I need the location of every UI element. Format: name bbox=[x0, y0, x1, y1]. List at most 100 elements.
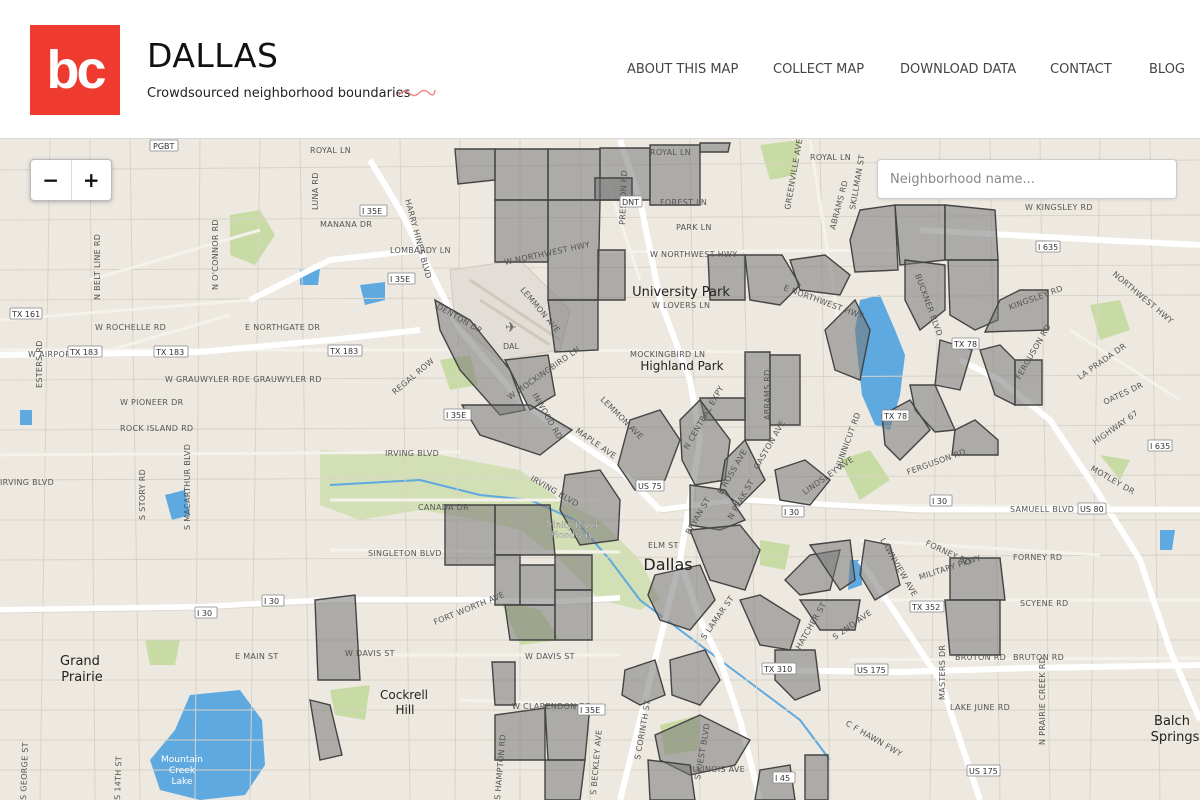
zoom-control: − + bbox=[30, 159, 112, 201]
nav-download-data[interactable]: DOWNLOAD DATA bbox=[900, 62, 1016, 77]
shield-i635: I 635 bbox=[1035, 240, 1061, 253]
place-label-floodway: Floodway bbox=[551, 531, 594, 541]
shield-dnt: DNT bbox=[619, 195, 643, 208]
neighborhood-polygon[interactable] bbox=[739, 594, 801, 651]
nav-about[interactable]: ABOUT THIS MAP bbox=[627, 62, 738, 77]
street-label: W DAVIS ST bbox=[525, 652, 575, 661]
street-label: MASTERS DR bbox=[938, 645, 947, 700]
street-label: SCYENE RD bbox=[1020, 599, 1068, 608]
shield-tx183: TX 183 bbox=[153, 345, 189, 358]
shield-tx352: TX 352 bbox=[909, 600, 945, 613]
svg-text:I 35E: I 35E bbox=[362, 207, 382, 216]
site-header: bc DALLAS Crowdsourced neighborhood boun… bbox=[0, 0, 1200, 139]
street-label: W LOVERS LN bbox=[652, 301, 710, 310]
street-label: FORNEY RD bbox=[1013, 553, 1062, 562]
shield-i35e: I 35E bbox=[387, 272, 416, 285]
neighborhood-polygon[interactable] bbox=[444, 504, 496, 566]
shield-us80: US 80 bbox=[1077, 502, 1107, 515]
map-view[interactable]: ✈ Dallas University Park Highland Park G… bbox=[0, 139, 1200, 800]
street-label: IRVING BLVD bbox=[385, 449, 439, 458]
svg-text:US 175: US 175 bbox=[969, 767, 998, 776]
zoom-in-button[interactable]: + bbox=[70, 160, 112, 200]
street-label: ESTERS RD bbox=[35, 340, 44, 388]
neighborhood-polygon[interactable] bbox=[647, 564, 716, 631]
shield-us175: US 175 bbox=[966, 764, 1001, 777]
shield-i35e: I 35E bbox=[577, 703, 606, 716]
neighborhood-polygon[interactable] bbox=[669, 649, 721, 706]
street-label: N O'CONNOR RD bbox=[211, 219, 220, 290]
street-label: W NORTHWEST HWY bbox=[650, 250, 737, 259]
svg-text:I 635: I 635 bbox=[1150, 442, 1170, 451]
street-label: SKILLMAN ST bbox=[848, 154, 867, 210]
neighborhood-polygon[interactable] bbox=[849, 204, 899, 273]
basemap[interactable]: ✈ Dallas University Park Highland Park G… bbox=[0, 139, 1200, 800]
shield-i30: I 30 bbox=[781, 505, 805, 518]
neighborhood-polygon[interactable] bbox=[491, 661, 516, 706]
neighborhood-polygon[interactable] bbox=[944, 599, 1001, 656]
svg-text:TX 78: TX 78 bbox=[953, 340, 977, 349]
street-label: BRUTON RD bbox=[955, 653, 1006, 662]
shield-i30: I 30 bbox=[929, 494, 953, 507]
shield-i30: I 30 bbox=[194, 606, 218, 619]
neighborhood-polygon[interactable] bbox=[519, 564, 556, 606]
neighborhood-polygon[interactable] bbox=[544, 759, 586, 800]
street-label: LUNA RD bbox=[311, 172, 320, 210]
shield-us175: US 175 bbox=[854, 663, 889, 676]
neighborhood-polygon[interactable] bbox=[504, 604, 556, 641]
street-label: ROYAL LN bbox=[310, 146, 351, 155]
svg-text:US 175: US 175 bbox=[857, 666, 886, 675]
neighborhood-polygon[interactable] bbox=[494, 148, 549, 201]
place-label-prairie: Prairie bbox=[61, 670, 103, 685]
street-label: FORT WORTH AVE bbox=[432, 590, 505, 627]
shield-tx183: TX 183 bbox=[67, 345, 103, 358]
street-label: FERGUSON RD bbox=[906, 447, 968, 477]
shield-tx78: TX 78 bbox=[951, 337, 980, 350]
place-label-university-park: University Park bbox=[632, 285, 730, 300]
neighborhood-polygon[interactable] bbox=[554, 589, 593, 641]
street-label: HIGHWAY 67 bbox=[1091, 409, 1140, 447]
zoom-out-button[interactable]: − bbox=[31, 160, 71, 200]
svg-text:I 35E: I 35E bbox=[390, 275, 410, 284]
nav-collect-map[interactable]: COLLECT MAP bbox=[773, 62, 864, 77]
main-nav: ABOUT THIS MAP COLLECT MAP DOWNLOAD DATA… bbox=[0, 62, 1200, 82]
neighborhood-polygon[interactable] bbox=[454, 148, 496, 185]
street-label: CANADA DR bbox=[418, 503, 469, 512]
neighborhood-polygon[interactable] bbox=[699, 142, 731, 153]
svg-text:TX 78: TX 78 bbox=[883, 412, 907, 421]
svg-text:I 35E: I 35E bbox=[580, 706, 600, 715]
shield-tx78: TX 78 bbox=[881, 409, 910, 422]
neighborhood-polygon[interactable] bbox=[547, 148, 601, 201]
neighborhood-polygon[interactable] bbox=[314, 594, 361, 681]
water-label-creek: Creek bbox=[169, 766, 196, 776]
street-label: N PRAIRIE CREEK RD bbox=[1038, 657, 1047, 745]
neighborhood-polygon[interactable] bbox=[597, 249, 626, 301]
svg-text:DNT: DNT bbox=[622, 198, 639, 207]
neighborhood-polygon[interactable] bbox=[944, 204, 999, 261]
street-label: W GRAUWYLER RD bbox=[165, 375, 245, 384]
nav-blog[interactable]: BLOG bbox=[1149, 62, 1185, 77]
street-label: ROYAL LN bbox=[810, 153, 851, 162]
neighborhood-polygon[interactable] bbox=[621, 659, 666, 706]
street-label: E NORTHGATE DR bbox=[245, 323, 320, 332]
street-label: MANANA DR bbox=[320, 220, 372, 229]
neighborhood-search-input[interactable] bbox=[877, 159, 1177, 199]
neighborhood-polygon[interactable] bbox=[554, 554, 593, 591]
street-label: E GRAUWYLER RD bbox=[245, 375, 322, 384]
street-label: SAMUELL BLVD bbox=[1010, 505, 1074, 514]
shield-us75: US 75 bbox=[635, 479, 665, 492]
neighborhood-polygon[interactable] bbox=[774, 649, 821, 701]
nav-contact[interactable]: CONTACT bbox=[1050, 62, 1112, 77]
neighborhood-polygon[interactable] bbox=[769, 354, 801, 426]
neighborhood-polygon[interactable] bbox=[804, 754, 829, 800]
shield-tx183: TX 183 bbox=[327, 344, 363, 357]
street-label: SINGLETON BLVD bbox=[368, 549, 442, 558]
street-label: S 14TH ST bbox=[113, 756, 124, 800]
street-label: S BECKLEY AVE bbox=[589, 729, 604, 795]
place-label-cockrell: Cockrell bbox=[380, 688, 428, 702]
neighborhood-polygon[interactable] bbox=[894, 204, 946, 266]
street-label: MOCKINGBIRD LN bbox=[630, 350, 705, 359]
place-label-balch: Balch bbox=[1154, 714, 1190, 729]
svg-text:I 45: I 45 bbox=[775, 774, 790, 783]
neighborhood-polygon[interactable] bbox=[647, 759, 696, 800]
svg-text:I 30: I 30 bbox=[932, 497, 947, 506]
